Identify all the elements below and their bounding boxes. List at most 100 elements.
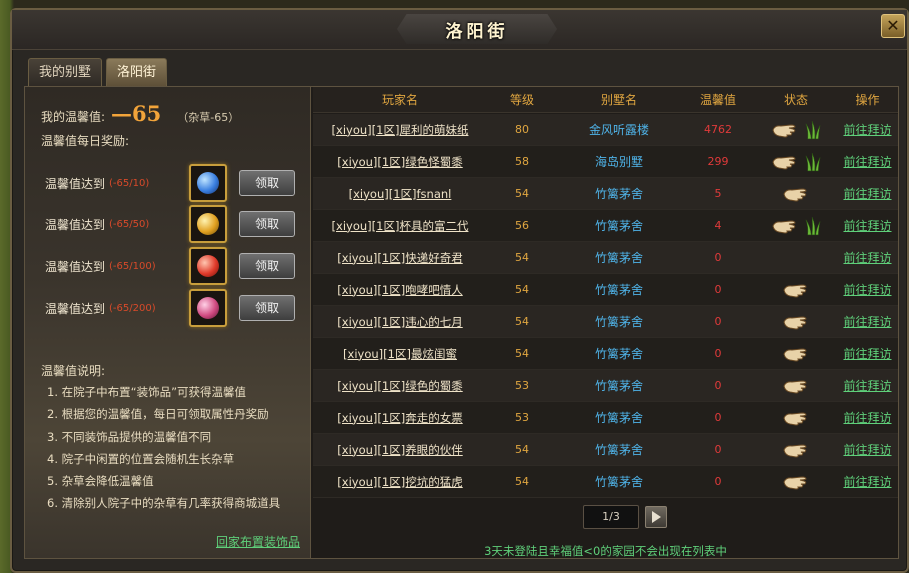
player-name-link[interactable]: [xiyou][1区]养眼的伙伴 [337,443,462,457]
visit-link[interactable]: 前往拜访 [843,219,891,233]
pagination: 1/3 [583,505,667,529]
header-warmth: 温馨值 [699,93,736,107]
reward-condition: (-65/200) [109,302,156,314]
visit-link[interactable]: 前往拜访 [843,347,891,361]
weed-clear-hand-icon[interactable] [771,217,799,235]
weed-clear-hand-icon[interactable] [782,377,810,395]
player-level: 56 [515,219,529,232]
weed-clear-hand-icon[interactable] [771,153,799,171]
player-name-link[interactable]: [xiyou][1区]杯具的富二代 [332,219,469,233]
player-name-link[interactable]: [xiyou][1区]犀利的萌妹纸 [332,123,469,137]
tab-my-villa[interactable]: 我的别墅 [28,58,103,86]
player-level: 53 [515,379,529,392]
blue-orb-icon [197,172,219,194]
header-status: 状态 [783,93,808,107]
decorate-home-link[interactable]: 回家布置装饰品 [216,533,300,550]
player-level: 53 [515,411,529,424]
visit-link[interactable]: 前往拜访 [843,283,891,297]
title-bar: 洛阳街 ✕ [12,10,907,50]
reward-item-slot[interactable] [189,205,227,243]
villa-name: 竹篱茅舍 [594,251,643,265]
claim-button[interactable]: 领取 [239,211,295,237]
warmth-value: 4762 [704,123,732,136]
reward-item-slot[interactable] [189,247,227,285]
weed-clear-hand-icon[interactable] [782,185,810,203]
player-name-link[interactable]: [xiyou][1区]咆哮吧情人 [337,283,462,297]
player-level: 54 [515,475,529,488]
help-item: 4. 院子中闲置的位置会随机生长杂草 [47,451,235,466]
warmth-value: 0 [714,443,722,456]
visit-link[interactable]: 前往拜访 [843,123,891,137]
player-name-link[interactable]: [xiyou][1区]绿色怪蜀黍 [337,155,462,169]
visit-link[interactable]: 前往拜访 [843,155,891,169]
visit-link[interactable]: 前往拜访 [843,251,891,265]
header-level: 等级 [509,93,534,107]
help-list: 1. 在院子中布置“装饰品”可获得温馨值 2. 根据您的温馨值，每日可领取属性丹… [47,384,307,518]
visit-link[interactable]: 前往拜访 [843,475,891,489]
weed-clear-hand-icon[interactable] [782,345,810,363]
luoyang-street-window: 洛阳街 ✕ 我的别墅 洛阳街 我的温馨值: —65 （杂草-65） 温馨值每日奖… [10,8,909,573]
next-arrow-icon [652,511,661,523]
warmth-value: 0 [714,411,722,424]
next-page-button[interactable] [645,506,667,528]
warmth-value: 0 [714,251,722,264]
villa-name: 竹篱茅舍 [594,187,643,201]
player-name-link[interactable]: [xiyou][1区]违心的七月 [337,315,462,329]
visit-link[interactable]: 前往拜访 [843,315,891,329]
weed-clear-hand-icon[interactable] [782,473,810,491]
weed-clear-hand-icon[interactable] [782,441,810,459]
visit-link[interactable]: 前往拜访 [843,187,891,201]
table-header: 玩家名 等级 别墅名 温馨值 状态 操作 [313,87,898,113]
close-button[interactable]: ✕ [881,14,905,38]
player-level: 54 [515,443,529,456]
claim-button[interactable]: 领取 [239,295,295,321]
header-villa: 别墅名 [600,93,637,107]
header-action: 操作 [855,93,880,107]
player-level: 54 [515,251,529,264]
claim-button[interactable]: 领取 [239,253,295,279]
warmth-value: 4 [714,219,722,232]
claim-button[interactable]: 领取 [239,170,295,196]
visit-link[interactable]: 前往拜访 [843,379,891,393]
tab-luoyang-street[interactable]: 洛阳街 [106,58,168,86]
player-name-link[interactable]: [xiyou][1区]绿色的蜀黍 [337,379,462,393]
my-warmth-label: 我的温馨值: [41,110,106,124]
reward-condition: (-65/100) [109,260,156,272]
status-cell [755,441,837,459]
player-level: 54 [515,315,529,328]
reward-item-slot[interactable] [189,289,227,327]
player-name-link[interactable]: [xiyou][1区]快递好奇君 [337,251,462,265]
help-heading: 温馨值说明: [41,364,106,378]
weeds-note: （杂草-65） [177,111,240,124]
player-level: 58 [515,155,529,168]
player-name-link[interactable]: [xiyou][1区]挖坑的猛虎 [337,475,462,489]
villa-name: 竹篱茅舍 [594,315,643,329]
title-plaque: 洛阳街 [397,14,557,44]
reward-label: 温馨值达到 [45,259,106,274]
villa-name: 竹篱茅舍 [594,347,643,361]
status-cell [755,152,837,172]
weed-clear-hand-icon[interactable] [782,281,810,299]
warmth-value: 0 [714,347,722,360]
status-cell [755,216,837,236]
table-row: [xiyou][1区]fsnanl 54 竹篱茅舍 5 前往拜访 [313,178,898,210]
reward-item-slot[interactable] [189,164,227,202]
status-cell [755,185,837,203]
weed-clear-hand-icon[interactable] [782,313,810,331]
help-item: 1. 在院子中布置“装饰品”可获得温馨值 [47,385,247,399]
player-name-link[interactable]: [xiyou][1区]最炫闺蜜 [343,347,457,361]
red-orb-icon [197,255,219,277]
weed-clear-hand-icon[interactable] [782,409,810,427]
player-name-link[interactable]: [xiyou][1区]fsnanl [349,187,452,201]
weed-icon [805,152,821,172]
reward-row: 温馨值达到 (-65/100) 领取 [45,246,305,286]
visit-link[interactable]: 前往拜访 [843,443,891,457]
player-level: 54 [515,347,529,360]
help-item: 6. 清除别人院子中的杂草有几率获得商城道具 [47,496,281,511]
warmth-sidebar: 我的温馨值: —65 （杂草-65） 温馨值每日奖励: 温馨值达到 (-65/1… [25,87,311,558]
player-name-link[interactable]: [xiyou][1区]奔走的女票 [337,411,462,425]
reward-condition: (-65/10) [109,177,150,189]
visit-link[interactable]: 前往拜访 [843,411,891,425]
weed-clear-hand-icon[interactable] [771,121,799,139]
table-row: [xiyou][1区]犀利的萌妹纸 80 金风听露楼 4762 前往拜访 [313,114,898,146]
